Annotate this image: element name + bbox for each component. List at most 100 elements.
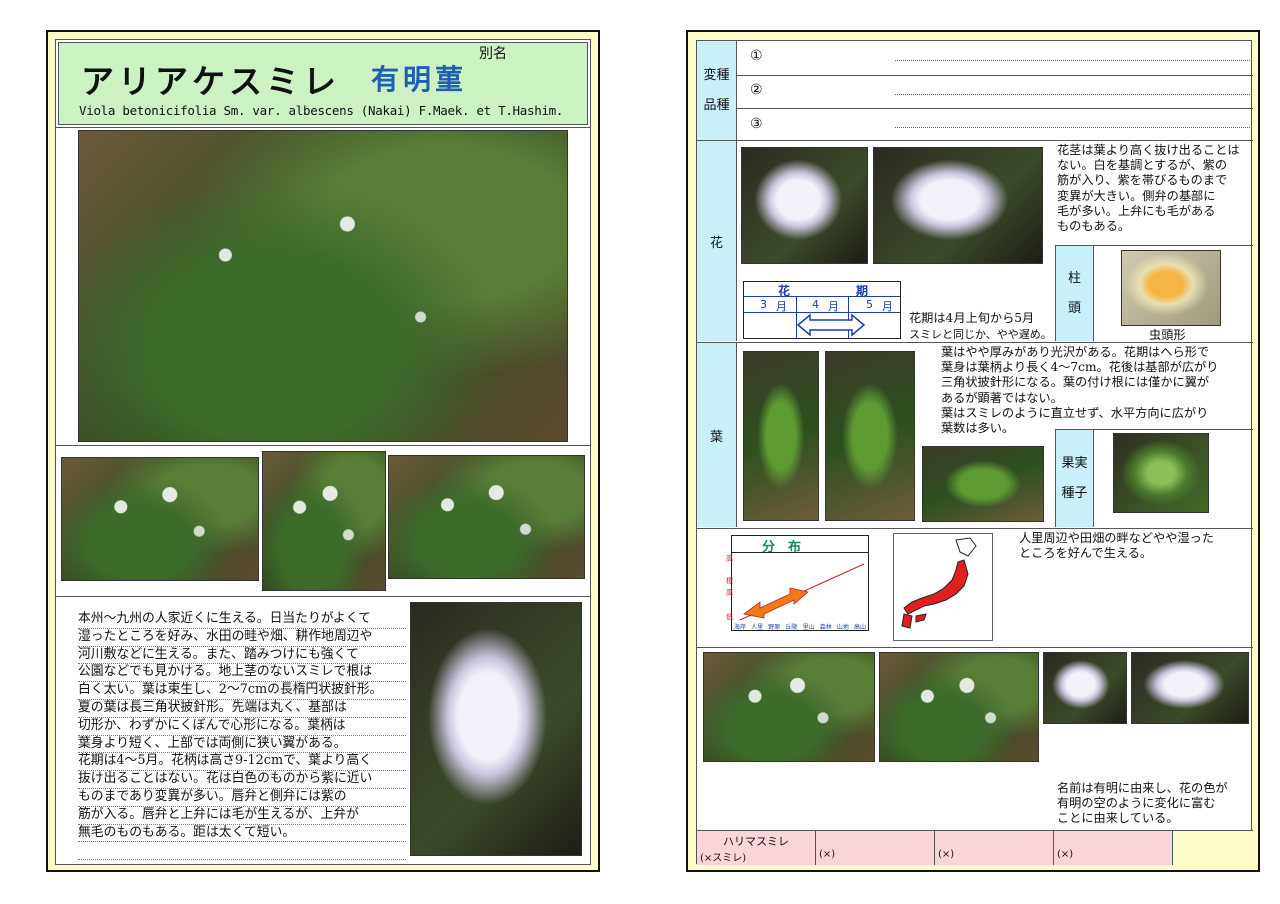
variety-dotline-3 — [895, 127, 1250, 128]
divider-1 — [56, 127, 590, 128]
leaf-text-line: 葉はやや厚みがあり光沢がある。花期はへら形で — [941, 345, 1210, 359]
description-line: 無毛のものもある。距は太くて短い。 — [78, 825, 406, 843]
stigma-label-2: 頭 — [1067, 300, 1081, 316]
fruit-photo — [1113, 433, 1209, 513]
flower-label: 花 — [697, 141, 737, 341]
row-divider-distribution — [697, 647, 1253, 648]
flower-photo-side — [873, 147, 1043, 264]
habitat-text-line: 人里周辺や田畑の畔などやや湿った — [1019, 531, 1214, 545]
main-photo — [78, 130, 568, 442]
leaf-text-line: 葉身は葉柄より長く4～7cm。花後は基部が広がり — [941, 360, 1219, 375]
period-month-5: 5 — [866, 298, 873, 311]
stigma-photo — [1121, 250, 1221, 326]
related-cell-4: (×) — [1054, 831, 1173, 865]
variety-line-2 — [737, 108, 1253, 109]
right-inner: 変種 品種 ① ② ③ 花 花茎は葉より高く抜け出ることは ない。白を基調とする… — [696, 40, 1253, 865]
flower-text-line: 変異が大きい。側弁の基部に — [1057, 188, 1216, 203]
description-line: 切形か、わずかにくぼんで心形になる。葉柄は — [78, 718, 406, 736]
related-cell-2: (×) — [816, 831, 935, 865]
row-divider-leaf — [697, 528, 1253, 529]
title-band: アリアケスミレ 有明菫 別名 Viola betonicifolia Sm. v… — [58, 42, 588, 125]
bottom-photo-4 — [1131, 652, 1249, 724]
related-note: (×) — [1057, 849, 1074, 860]
name-origin-line: 名前は有明に由来し、花の色が — [1057, 781, 1228, 795]
period-title-rule — [744, 296, 900, 297]
title-alias: 有明菫 — [371, 63, 468, 96]
description-line — [78, 842, 406, 861]
row-divider-variety — [697, 140, 1253, 141]
scientific-name: Viola betonicifolia Sm. var. albescens (… — [79, 103, 564, 118]
description-line: 筋が入る。唇弁と上弁には毛が生えるが、上弁が — [78, 807, 406, 825]
leaf-photo-3 — [922, 446, 1044, 522]
variety-dotline-1 — [895, 60, 1250, 61]
x-label: 海岸 — [734, 624, 747, 631]
x-label: 高山 — [853, 624, 866, 631]
distribution-y-mid-1: 標 — [726, 577, 733, 585]
variety-label-1: 変種 — [703, 67, 730, 83]
period-month-3: 3 — [760, 298, 767, 311]
stigma-caption: 虫頭形 — [1149, 328, 1186, 342]
description-line: 抜け出ることはない。花は白色のものから紫に近い — [78, 771, 406, 789]
habitat-text: 人里周辺や田畑の畔などやや湿った ところを好んで生える。 — [1019, 531, 1249, 561]
japan-map — [893, 533, 993, 641]
leaf-photo-2 — [825, 351, 915, 521]
period-text-1: 花期は4月上旬から5月 — [909, 311, 1035, 325]
flower-text-line: 筋が入り、紫を帯びるものまで — [1057, 173, 1228, 188]
related-cell-3: (×) — [935, 831, 1054, 865]
name-origin-line: ことに由来している。 — [1057, 811, 1179, 826]
related-note: (×) — [819, 849, 836, 860]
description: 本州～九州の人家近くに生える。日当たりがよくて 湿ったところを好み、水田の畦や畑… — [78, 611, 406, 861]
distribution-y-top: 高 — [726, 555, 733, 563]
bottom-photo-2 — [879, 652, 1039, 762]
variety-label: 変種 品種 — [697, 41, 737, 140]
distribution-x-axis: 海岸 人里 野原 丘陵 里山 森林 山地 高山 — [732, 622, 868, 631]
stigma-label-1: 柱 — [1067, 270, 1081, 286]
leaf-text: 葉はやや厚みがあり光沢がある。花期はへら形で 葉身は葉柄より長く4～7cm。花後… — [941, 345, 1253, 436]
period-text-2: スミレと同じか、やや遅め。 — [909, 328, 1052, 341]
x-label: 丘陵 — [785, 624, 798, 631]
leaf-text-line: あるが顕著ではない。 — [941, 390, 1063, 405]
flower-text-line: ものもある。 — [1057, 219, 1131, 234]
x-label: 森林 — [819, 624, 832, 631]
left-page: アリアケスミレ 有明菫 別名 Viola betonicifolia Sm. v… — [46, 30, 600, 872]
period-month-4: 4 — [812, 298, 819, 311]
related-cell-blank — [1173, 831, 1253, 865]
description-line: 公園などでも見かける。地上茎のないスミレで根は — [78, 664, 406, 683]
description-line: ものまであり変異が多い。唇弁と側弁には紫の — [78, 789, 406, 807]
variety-label-2: 品種 — [703, 97, 730, 113]
description-line: 葉身より短く、上部では両側に狭い翼がある。 — [78, 736, 406, 754]
distribution-y-bottom: 低 — [726, 613, 733, 621]
bottom-photo-1 — [703, 652, 875, 762]
name-origin-line: 有明の空のように変化に富む — [1057, 796, 1216, 811]
fruit-label-1: 果実 — [1061, 455, 1088, 471]
flower-photo-front — [741, 147, 868, 264]
flower-text-line: 毛が多い。上弁にも毛がある — [1057, 203, 1216, 218]
variety-item-1: ① — [750, 48, 763, 64]
leaf-text-line: 三角状披針形になる。葉の付け根には僅かに翼が — [941, 375, 1210, 390]
period-arrow-icon — [796, 313, 866, 337]
row-divider-flower — [697, 342, 1253, 343]
description-line: 河川敷などに生える。また、踏みつけにも強くて — [78, 647, 406, 665]
japan-map-icon — [901, 537, 977, 629]
divider-3 — [56, 596, 590, 597]
flower-text-line: 花茎は葉より高く抜け出ることは — [1057, 143, 1240, 157]
title-japanese: アリアケスミレ — [81, 62, 340, 101]
flower-period-box: 花 期 3 月 4 月 5 月 — [743, 281, 901, 339]
left-inner: アリアケスミレ 有明菫 別名 Viola betonicifolia Sm. v… — [55, 39, 591, 865]
x-label: 里山 — [802, 624, 815, 631]
x-label: 人里 — [751, 624, 764, 631]
variety-item-2: ② — [750, 82, 763, 98]
x-label: 野原 — [768, 624, 781, 631]
related-note: (×スミレ) — [700, 853, 747, 864]
leaf-text-line: 葉はスミレのように直立せず、水平方向に広がり — [941, 405, 1209, 420]
x-label: 山地 — [836, 624, 849, 631]
variety-dotline-2 — [895, 94, 1250, 95]
bottom-photo-3 — [1043, 652, 1127, 724]
related-cell-1: ハリマスミレ (×スミレ) — [697, 831, 816, 865]
flower-text-line: ない。白を基調とするが、紫の — [1057, 158, 1228, 173]
alias-label: 別名 — [479, 46, 507, 62]
divider-2 — [56, 445, 590, 446]
leaf-label: 葉 — [697, 343, 737, 527]
leaf-photo-1 — [743, 351, 819, 521]
name-origin: 名前は有明に由来し、花の色が 有明の空のように変化に富む ことに由来している。 — [1057, 781, 1251, 827]
